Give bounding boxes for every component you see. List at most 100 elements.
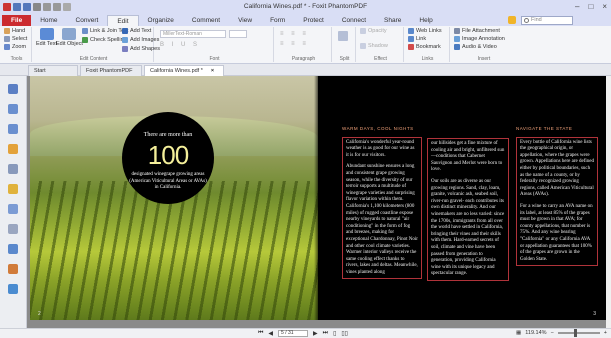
page-number-left: 2 <box>38 311 41 317</box>
text-frame-1[interactable]: California's wonderful year-round weathe… <box>342 136 422 280</box>
add-shapes-button[interactable]: Add Shapes <box>122 46 160 52</box>
document-tabs: Start Foxit PhantomPDF 9 E... California… <box>0 64 611 84</box>
doc-tab-start[interactable]: Start <box>28 65 78 76</box>
tab-edit[interactable]: Edit <box>107 15 139 26</box>
tab-share[interactable]: Share <box>375 15 410 26</box>
image-annotation-button[interactable]: Image Annotation <box>454 36 505 42</box>
audio-video-button[interactable]: Audio & Video <box>454 44 497 50</box>
text-frame-2[interactable]: our hillsides get a fine mixture of cool… <box>427 138 509 281</box>
text-frame-3[interactable]: Every bottle of California wine lists th… <box>516 136 598 267</box>
zoom-in-icon[interactable]: + <box>604 330 607 336</box>
page-navigation: ⏮ ◀ 5 / 31 ▶ ⏭ ▯ ▯▯ <box>258 330 348 337</box>
attachments-panel-icon[interactable] <box>8 144 18 154</box>
tab-convert[interactable]: Convert <box>67 15 108 26</box>
page-number-input[interactable]: 5 / 31 <box>278 330 309 337</box>
last-page-icon[interactable]: ⏭ <box>323 330 328 337</box>
tab-home[interactable]: Home <box>31 15 66 26</box>
view-mode-icon[interactable]: ▦ <box>516 330 521 336</box>
zoom-icon <box>4 44 10 50</box>
minimize-icon[interactable]: – <box>575 2 579 11</box>
bookmarks-panel-icon[interactable] <box>8 84 18 94</box>
font-name-select[interactable]: MillerText-Roman <box>160 30 226 38</box>
tab-protect[interactable]: Protect <box>294 15 333 26</box>
tab-connect[interactable]: Connect <box>333 15 375 26</box>
tab-form[interactable]: Form <box>261 15 294 26</box>
tab-file[interactable]: File <box>2 15 32 26</box>
search-input[interactable]: Find <box>521 16 573 25</box>
opacity-button[interactable]: Opacity <box>360 28 387 34</box>
vertical-scrollbar[interactable] <box>606 76 611 328</box>
zoom-controls: ▦ 119.14% − + <box>516 329 607 337</box>
link-button[interactable]: Link <box>408 36 426 42</box>
signatures-panel-icon[interactable] <box>8 204 18 214</box>
group-label: Effect <box>374 56 387 62</box>
tab-organize[interactable]: Organize <box>139 15 183 26</box>
layers-panel-icon[interactable] <box>8 164 18 174</box>
edit-text-button[interactable]: Edit Text <box>36 28 57 47</box>
zoom-slider-knob[interactable] <box>573 329 577 337</box>
comments-panel-icon[interactable] <box>8 124 18 134</box>
font-format-buttons[interactable]: B I U S <box>160 42 200 48</box>
paragraph: Abundant sunshine ensures a long and con… <box>346 164 418 275</box>
file-attachment-button[interactable]: File Attachment <box>454 28 500 34</box>
fields-panel-icon[interactable] <box>8 264 18 274</box>
section-heading: NAVIGATE THE STATE <box>516 126 573 131</box>
group-label: Links <box>421 56 434 62</box>
link-join-icon <box>82 28 88 34</box>
group-tools: Hand Select Zoom Tools <box>2 27 32 62</box>
zoom-tool-button[interactable]: Zoom <box>4 44 26 50</box>
section-heading: WARM DAYS, COOL NIGHTS <box>342 126 414 131</box>
destinations-panel-icon[interactable] <box>8 284 18 294</box>
content-panel-icon[interactable] <box>8 224 18 234</box>
group-label: Font <box>209 56 220 62</box>
next-page-icon[interactable]: ▶ <box>313 330 318 337</box>
paragraph-align-buttons[interactable]: ≡ ≡ ≡ <box>280 31 309 37</box>
group-insert: File Attachment Image Annotation Audio &… <box>452 27 516 62</box>
group-label: Split <box>339 56 350 62</box>
hand-tool-button[interactable]: Hand <box>4 28 25 34</box>
split-button[interactable] <box>338 31 348 41</box>
security-panel-icon[interactable] <box>8 184 18 194</box>
link-icon <box>408 36 414 42</box>
group-split: Split <box>334 27 356 62</box>
pages-panel-icon[interactable] <box>8 104 18 114</box>
zoom-slider[interactable] <box>557 329 600 337</box>
bookmark-button[interactable]: Bookmark <box>408 44 441 50</box>
tab-comment[interactable]: Comment <box>183 15 229 26</box>
user-icon[interactable] <box>508 16 516 24</box>
check-spelling-button[interactable]: Check Spelling <box>82 37 127 43</box>
single-page-icon[interactable]: ▯ <box>333 330 336 337</box>
doc-tab-foxit-guide[interactable]: Foxit PhantomPDF 9 E... <box>80 65 142 84</box>
edit-object-button[interactable]: Edit Object <box>56 28 83 47</box>
hand-icon <box>4 28 10 34</box>
title-bar: California Wines.pdf * - Foxit PhantomPD… <box>0 0 611 14</box>
maximize-icon[interactable]: □ <box>588 2 593 11</box>
group-label: Edit Content <box>79 56 108 62</box>
document-viewport[interactable]: There are more than 100 designated wineg… <box>27 76 606 328</box>
two-page-icon[interactable]: ▯▯ <box>341 330 348 337</box>
add-images-button[interactable]: Add Images <box>122 37 159 43</box>
status-bar: ⏮ ◀ 5 / 31 ▶ ⏭ ▯ ▯▯ ▦ 119.14% − + <box>0 328 611 338</box>
add-text-button[interactable]: Add Text <box>122 28 151 34</box>
group-label: Insert <box>477 56 491 62</box>
web-links-button[interactable]: Web Links <box>408 28 442 34</box>
close-icon[interactable]: × <box>602 2 607 11</box>
prev-page-icon[interactable]: ◀ <box>268 330 273 337</box>
tags-panel-icon[interactable] <box>8 244 18 254</box>
doc-tab-california-wines[interactable]: California Wines.pdf * × <box>144 65 224 76</box>
zoom-out-icon[interactable]: − <box>551 330 554 336</box>
first-page-icon[interactable]: ⏮ <box>258 330 263 337</box>
paragraph-spacing-buttons[interactable]: ≡ ≡ ≡ <box>280 41 309 47</box>
tab-help[interactable]: Help <box>410 15 441 26</box>
callout-circle: There are more than 100 designated wineg… <box>122 112 214 204</box>
edit-text-icon <box>39 28 54 40</box>
page-number-right: 3 <box>593 311 596 317</box>
paragraph: our hillsides get a fine mixture of cool… <box>431 141 505 173</box>
select-tool-button[interactable]: Select <box>4 36 27 42</box>
close-tab-icon[interactable]: × <box>211 68 214 74</box>
font-size-select[interactable] <box>229 30 247 38</box>
text-column-2: our hillsides get a fine mixture of cool… <box>427 138 509 281</box>
shadow-button[interactable]: Shadow <box>360 43 388 49</box>
zoom-level[interactable]: 119.14% <box>525 330 546 336</box>
tab-view[interactable]: View <box>229 15 261 26</box>
